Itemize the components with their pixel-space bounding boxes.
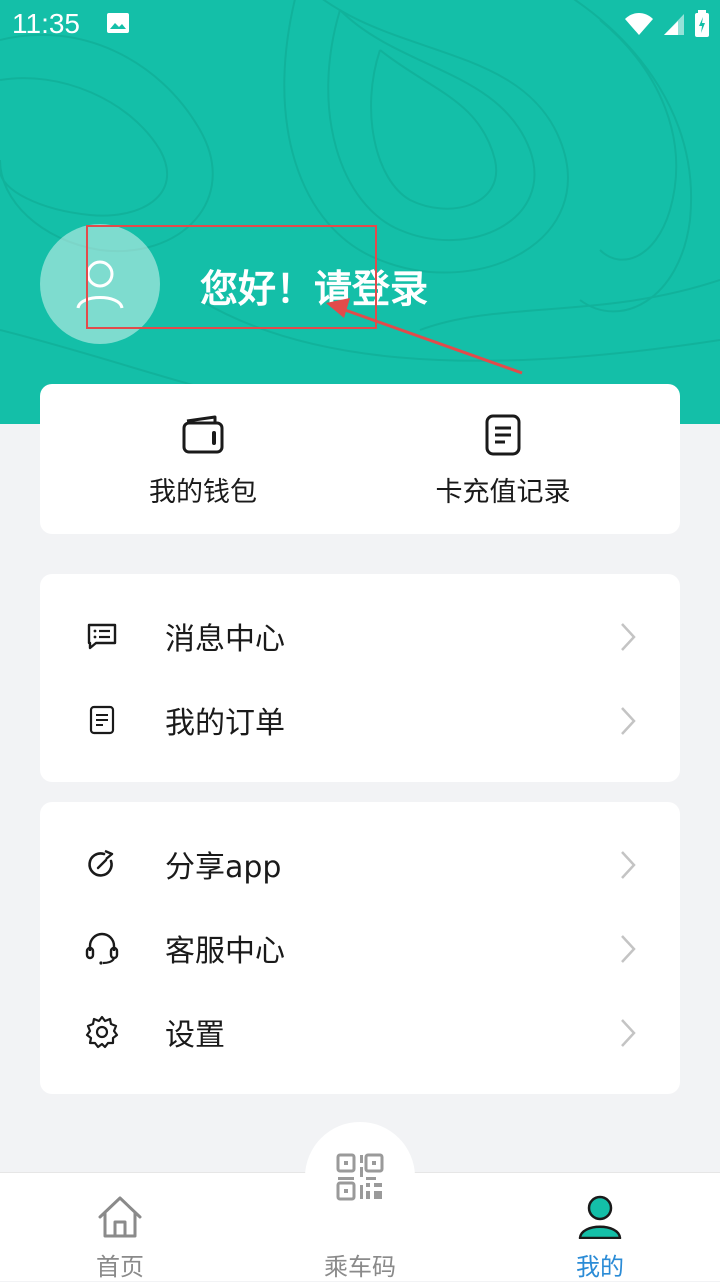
message-icon [87, 623, 117, 650]
menu-item-orders[interactable]: 我的订单 [40, 678, 680, 762]
wallet-button[interactable]: 我的钱包 [93, 412, 313, 509]
recharge-records-label: 卡充值记录 [435, 477, 571, 508]
tab-ride-code-label: 乘车码 [324, 1253, 396, 1281]
menu-item-share[interactable]: 分享app [40, 822, 680, 906]
tab-mine-label: 我的 [576, 1253, 624, 1281]
menu-item-settings[interactable]: 设置 [40, 990, 680, 1074]
document-icon [485, 414, 521, 456]
menu-item-customer-service[interactable]: 客服中心 [40, 906, 680, 990]
user-filled-icon [578, 1195, 622, 1239]
tab-mine[interactable]: 我的 [520, 1173, 680, 1281]
wallet-icon [182, 415, 224, 454]
recharge-records-button[interactable]: 卡充值记录 [393, 412, 613, 509]
menu-item-label: 设置 [165, 1018, 225, 1053]
menu-item-label: 客服中心 [165, 934, 285, 969]
menu-group-1: 消息中心 我的订单 [40, 574, 680, 782]
order-icon [89, 705, 115, 735]
chevron-right-icon [621, 707, 636, 735]
chevron-right-icon [621, 1019, 636, 1047]
share-icon [88, 849, 114, 877]
chevron-right-icon [621, 851, 636, 879]
menu-group-2: 分享app 客服中心 设置 [40, 802, 680, 1094]
quick-actions-card: 我的钱包 卡充值记录 [40, 384, 680, 534]
wallet-label: 我的钱包 [149, 477, 257, 508]
chevron-right-icon [621, 623, 636, 651]
tab-home-label: 首页 [96, 1253, 144, 1281]
chevron-right-icon [621, 935, 636, 963]
menu-item-label: 消息中心 [165, 622, 285, 657]
annotation-arrow [326, 298, 523, 375]
menu-item-label: 我的订单 [165, 706, 285, 741]
tab-home[interactable]: 首页 [40, 1173, 200, 1281]
headset-icon [85, 932, 119, 965]
menu-item-messages[interactable]: 消息中心 [40, 594, 680, 678]
gear-icon [85, 1015, 119, 1049]
ride-code-button[interactable] [305, 1122, 415, 1232]
menu-item-label: 分享app [165, 850, 282, 885]
qr-code-icon [336, 1153, 384, 1201]
home-icon [98, 1196, 142, 1238]
